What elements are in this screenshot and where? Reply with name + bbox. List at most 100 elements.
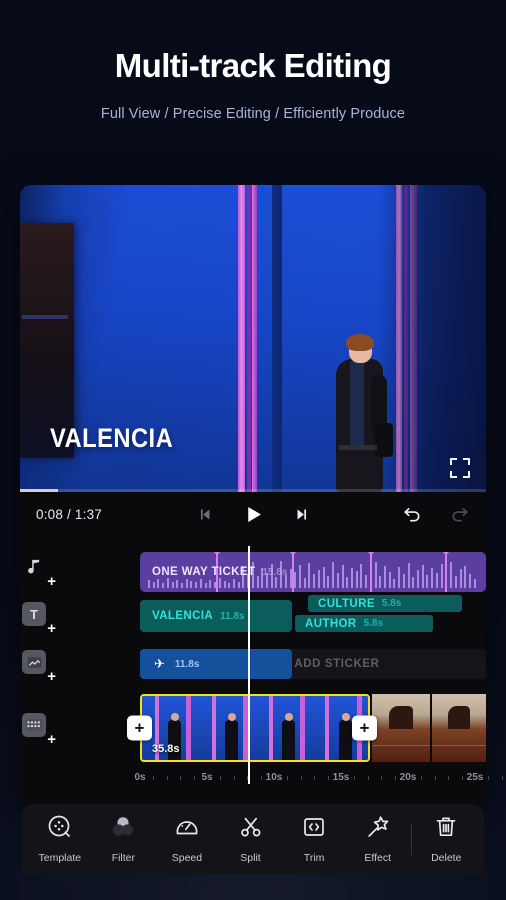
toolbar-item-template[interactable]: Template <box>28 814 92 864</box>
music-note-add-icon <box>22 555 46 579</box>
video-clip-duration: 35.8s <box>152 743 180 755</box>
text-clip-valencia[interactable]: VALENCIA 11.8s <box>140 600 292 632</box>
ruler-tick <box>327 776 329 780</box>
ruler-label: 5s <box>201 772 213 783</box>
track-head-text[interactable]: T + <box>22 602 56 636</box>
video-track[interactable]: 35.8s + + <box>127 694 486 762</box>
preview-stripe <box>272 185 282 492</box>
sticker-clip[interactable]: ✈ 11.8s <box>140 649 292 679</box>
page-subtitle: Full View / Precise Editing / Efficientl… <box>100 106 406 123</box>
ruler-tick <box>501 776 503 780</box>
audio-clip[interactable]: ONE WAY TICKET 15.8s <box>140 552 486 592</box>
ruler-tick <box>448 776 450 780</box>
preview-shadow <box>378 185 486 492</box>
ruler-tick <box>314 776 316 780</box>
toolbar-label: Delete <box>431 852 462 864</box>
ruler-tick <box>434 776 436 780</box>
toolbar-label: Trim <box>303 852 325 864</box>
toolbar-item-filter[interactable]: Filter <box>92 814 156 864</box>
toolbar-label: Effect <box>364 852 391 864</box>
add-audio-plus-icon[interactable]: + <box>47 574 56 589</box>
skip-next-icon[interactable] <box>294 506 311 523</box>
add-clip-left-button[interactable]: + <box>127 715 152 741</box>
video-thumbnail[interactable] <box>432 694 486 762</box>
time-display: 0:08 / 1:37 <box>36 506 103 522</box>
undo-icon[interactable] <box>402 505 423 524</box>
ruler-tick <box>381 776 383 780</box>
ruler-label: 20s <box>399 772 417 783</box>
video-preview[interactable]: VALENCIA <box>20 185 486 492</box>
preview-stripe <box>238 185 245 492</box>
add-video-plus-icon[interactable]: + <box>47 732 56 747</box>
add-clip-right-button[interactable]: + <box>352 715 377 741</box>
preview-stripe <box>247 185 251 492</box>
page-title: Multi-track Editing <box>114 47 392 84</box>
toolbar-label: Split <box>240 852 261 864</box>
text-clip-duration: 5.8s <box>363 618 384 629</box>
track-head-video[interactable]: + <box>22 713 56 747</box>
fullscreen-icon[interactable] <box>450 458 470 478</box>
template-icon <box>47 814 73 845</box>
text-clip-duration: 11.8s <box>220 610 245 622</box>
preview-person <box>331 334 393 492</box>
sticker-clip-duration: 11.8s <box>174 658 200 670</box>
ruler-tick <box>233 776 235 780</box>
ruler-tick <box>220 776 222 780</box>
ruler-tick <box>367 776 369 780</box>
redo-icon[interactable] <box>449 505 470 524</box>
ruler-tick <box>166 776 168 780</box>
ruler-tick <box>354 776 356 780</box>
track-head-audio[interactable]: + <box>22 555 56 589</box>
toolbar-item-split[interactable]: Split <box>219 814 283 864</box>
text-clip-duration: 5.8s <box>381 598 402 609</box>
track-head-sticker[interactable]: + <box>22 650 56 684</box>
effect-wand-icon <box>365 814 391 845</box>
film-add-icon <box>22 713 46 737</box>
ruler-label: 0s <box>134 772 146 783</box>
toolbar-item-speed[interactable]: Speed <box>155 814 219 864</box>
preview-stripe <box>252 185 257 492</box>
sticker-add-icon <box>22 650 46 674</box>
keyframe-marker[interactable] <box>290 552 296 592</box>
keyframe-marker[interactable] <box>443 552 449 592</box>
toolbar-item-trim[interactable]: Trim <box>282 814 346 864</box>
playhead[interactable] <box>248 546 250 784</box>
ruler-tick <box>461 776 463 780</box>
text-add-icon: T <box>22 602 46 626</box>
play-icon[interactable] <box>243 504 264 525</box>
ruler-label: 10s <box>265 772 283 783</box>
audio-clip-duration: 15.8s <box>262 566 288 578</box>
add-text-plus-icon[interactable]: + <box>47 621 56 636</box>
ruler-label: 25s <box>466 772 484 783</box>
text-clip-label: VALENCIA <box>152 610 214 622</box>
playback-control-bar: 0:08 / 1:37 <box>20 492 486 536</box>
skip-previous-icon[interactable] <box>196 506 213 523</box>
time-ruler[interactable]: 0s 5s 10s 15s 20s 25s <box>0 770 506 790</box>
hero-section: Multi-track Editing Full View / Precise … <box>0 0 506 122</box>
selected-video-clip[interactable]: 35.8s <box>140 694 370 762</box>
ruler-tick <box>488 776 490 780</box>
speed-icon <box>174 814 200 845</box>
keyframe-marker[interactable] <box>368 552 374 592</box>
ruler-tick <box>300 776 302 780</box>
text-clip-label: CULTURE <box>318 597 375 610</box>
ruler-tick <box>260 776 262 780</box>
delete-trash-icon <box>433 814 459 845</box>
ruler-label: 15s <box>332 772 350 783</box>
toolbar-item-delete[interactable]: Delete <box>414 814 478 864</box>
toolbar-label: Filter <box>111 852 136 864</box>
ruler-tick <box>287 776 289 780</box>
ruler-tick <box>153 776 155 780</box>
ruler-tick <box>421 776 423 780</box>
text-clip-culture[interactable]: CULTURE 5.8s <box>308 595 462 612</box>
video-thumbnail <box>256 696 313 760</box>
filter-icon <box>110 814 136 845</box>
text-clip-author[interactable]: AUTHOR 5.8s <box>295 615 433 632</box>
ruler-tick <box>180 776 182 780</box>
audio-clip-label: ONE WAY TICKET <box>152 566 256 578</box>
add-sticker-plus-icon[interactable]: + <box>47 669 56 684</box>
video-thumbnail[interactable] <box>372 694 430 762</box>
ruler-tick <box>394 776 396 780</box>
text-clip-label: AUTHOR <box>305 617 357 630</box>
toolbar-item-effect[interactable]: Effect <box>346 814 410 864</box>
